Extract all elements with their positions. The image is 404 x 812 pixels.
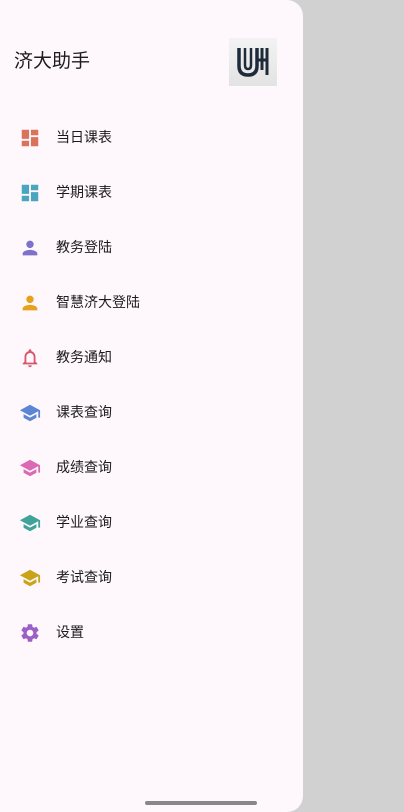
drawer-header: 济大助手: [0, 0, 303, 112]
menu-item-academic-login[interactable]: 教务登陆: [0, 220, 303, 275]
person-icon: [19, 237, 41, 259]
dashboard-icon: [19, 182, 41, 204]
dashboard-icon: [19, 127, 41, 149]
menu-item-label: 设置: [56, 624, 84, 641]
home-indicator[interactable]: [145, 801, 257, 805]
app-logo: [229, 38, 277, 86]
school-icon: [19, 567, 41, 589]
menu-item-label: 成绩查询: [56, 459, 112, 476]
uj-logo-icon: [237, 48, 269, 77]
menu-item-grades-query[interactable]: 成绩查询: [0, 440, 303, 495]
menu-item-smart-campus-login[interactable]: 智慧济大登陆: [0, 275, 303, 330]
school-icon: [19, 512, 41, 534]
gear-icon: [19, 622, 41, 644]
menu-item-label: 学业查询: [56, 514, 112, 531]
drawer-menu: 当日课表 学期课表 教务登陆 智慧济大登陆 教务通知 课表查询 成绩查询 学业查…: [0, 110, 303, 660]
app-title: 济大助手: [14, 50, 91, 72]
menu-item-label: 课表查询: [56, 404, 112, 421]
menu-item-label: 教务通知: [56, 349, 112, 366]
menu-item-label: 当日课表: [56, 129, 112, 146]
menu-item-exam-query[interactable]: 考试查询: [0, 550, 303, 605]
navigation-drawer: 济大助手 当日课表 学期课表 教务登陆 智慧济大登陆 教务通知 课表查询 成绩查…: [0, 0, 303, 812]
menu-item-label: 智慧济大登陆: [56, 294, 140, 311]
bell-icon: [19, 347, 41, 369]
school-icon: [19, 457, 41, 479]
menu-item-settings[interactable]: 设置: [0, 605, 303, 660]
menu-item-label: 学期课表: [56, 184, 112, 201]
menu-item-schedule-query[interactable]: 课表查询: [0, 385, 303, 440]
menu-item-label: 教务登陆: [56, 239, 112, 256]
menu-item-today-schedule[interactable]: 当日课表: [0, 110, 303, 165]
menu-item-academic-notice[interactable]: 教务通知: [0, 330, 303, 385]
menu-item-academic-progress-query[interactable]: 学业查询: [0, 495, 303, 550]
person-icon: [19, 292, 41, 314]
menu-item-label: 考试查询: [56, 569, 112, 586]
menu-item-semester-schedule[interactable]: 学期课表: [0, 165, 303, 220]
school-icon: [19, 402, 41, 424]
